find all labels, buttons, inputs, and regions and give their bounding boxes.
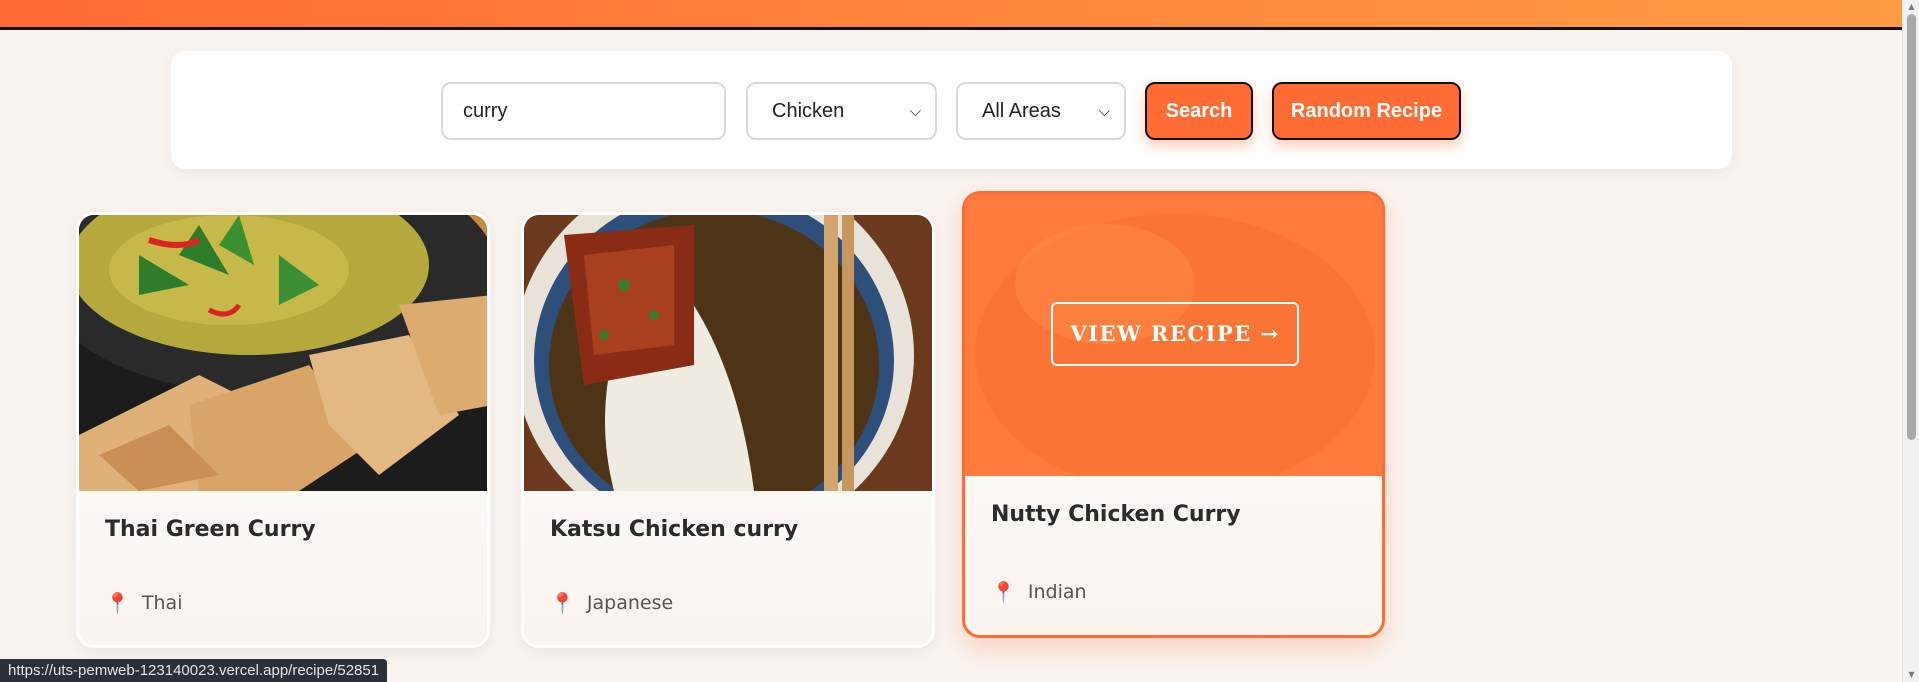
scroll-thumb[interactable] [1907, 14, 1916, 440]
recipe-image-overlay: VIEW RECIPE → [965, 194, 1382, 476]
recipe-card[interactable]: Katsu Chicken curry 📍 Japanese [521, 212, 935, 648]
link-status-bar: https://uts-pemweb-123140023.vercel.app/… [0, 659, 388, 682]
category-select-value: Chicken [772, 100, 845, 122]
category-select[interactable]: Chicken ⌵ [746, 82, 937, 140]
chevron-down-icon: ⌵ [1098, 102, 1110, 120]
recipe-area-label: Thai [141, 592, 183, 614]
recipe-title: Nutty Chicken Curry [991, 502, 1241, 527]
recipe-area: 📍 Thai [105, 591, 182, 615]
area-select[interactable]: All Areas ⌵ [956, 82, 1126, 140]
vertical-scrollbar[interactable]: ▲ ▼ [1902, 0, 1919, 682]
location-pin-icon: 📍 [991, 580, 1016, 604]
view-recipe-button[interactable]: VIEW RECIPE → [1051, 302, 1299, 366]
recipe-image [79, 215, 487, 491]
search-button[interactable]: Search [1145, 82, 1253, 140]
location-pin-icon: 📍 [550, 591, 575, 615]
scroll-up-icon[interactable]: ▲ [1903, 0, 1919, 14]
recipe-title: Thai Green Curry [105, 517, 316, 542]
recipe-area: 📍 Japanese [550, 591, 673, 615]
chevron-down-icon: ⌵ [909, 102, 921, 120]
recipe-area: 📍 Indian [991, 580, 1087, 604]
recipe-title: Katsu Chicken curry [550, 517, 799, 542]
recipe-area-label: Indian [1027, 581, 1087, 603]
search-panel [171, 51, 1732, 169]
top-header [0, 0, 1902, 30]
recipe-image [524, 215, 932, 491]
recipe-area-label: Japanese [586, 592, 674, 614]
search-input[interactable] [441, 82, 726, 140]
scroll-down-icon[interactable]: ▼ [1903, 668, 1919, 682]
location-pin-icon: 📍 [105, 591, 130, 615]
area-select-value: All Areas [982, 100, 1061, 122]
recipe-card[interactable]: Thai Green Curry 📍 Thai [76, 212, 490, 648]
random-recipe-button[interactable]: Random Recipe [1272, 82, 1461, 140]
recipe-card[interactable]: VIEW RECIPE → Nutty Chicken Curry 📍 Indi… [962, 191, 1385, 638]
